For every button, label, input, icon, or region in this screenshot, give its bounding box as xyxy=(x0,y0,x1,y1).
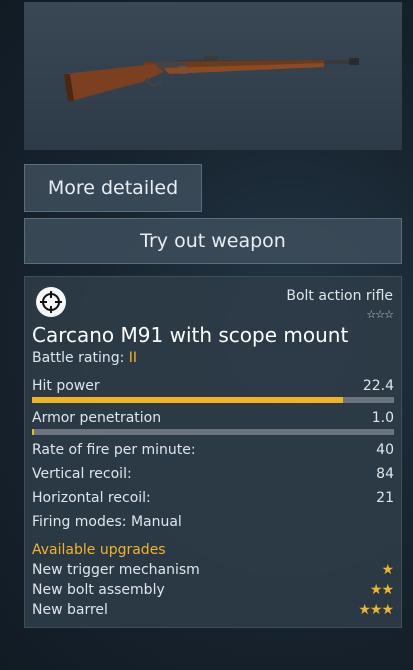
upgrade-stars: ★★ xyxy=(369,582,394,598)
battle-rating-value: II xyxy=(128,350,138,366)
upgrade-item[interactable]: New barrel ★★★ xyxy=(32,602,394,618)
battle-rating: Battle rating: II xyxy=(32,350,137,366)
weapon-info-card: Bolt action rifle ☆☆☆ Carcano M91 with s… xyxy=(24,276,402,628)
rank-stars: ☆☆☆ xyxy=(366,308,394,321)
rate-of-fire-value: 40 xyxy=(376,442,394,458)
upgrade-label: New barrel xyxy=(32,602,108,618)
firing-modes-text: Firing modes: Manual xyxy=(32,514,182,530)
vertical-recoil-label: Vertical recoil: xyxy=(32,466,132,482)
rate-of-fire-label: Rate of fire per minute: xyxy=(32,442,196,458)
firing-modes-row: Firing modes: Manual xyxy=(32,514,394,530)
horizontal-recoil-label: Horizontal recoil: xyxy=(32,490,151,506)
upgrade-item[interactable]: New bolt assembly ★★ xyxy=(32,582,394,598)
armor-penetration-row: Armor penetration 1.0 xyxy=(32,410,394,426)
upgrade-item[interactable]: New trigger mechanism ★ xyxy=(32,562,394,578)
horizontal-recoil-row: Horizontal recoil: 21 xyxy=(32,490,394,506)
armor-penetration-bar xyxy=(32,429,394,435)
vertical-recoil-row: Vertical recoil: 84 xyxy=(32,466,394,482)
armor-penetration-label: Armor penetration xyxy=(32,410,162,426)
horizontal-recoil-value: 21 xyxy=(376,490,394,506)
upgrade-label: New trigger mechanism xyxy=(32,562,200,578)
weapon-preview xyxy=(24,2,402,150)
rifle-icon xyxy=(64,56,359,102)
hit-power-bar-fill xyxy=(32,397,344,403)
weapon-type: Bolt action rifle xyxy=(286,288,393,304)
rate-of-fire-row: Rate of fire per minute: 40 xyxy=(32,442,394,458)
hit-power-label: Hit power xyxy=(32,378,100,394)
weapon-name: Carcano M91 with scope mount xyxy=(32,323,349,347)
crosshair-icon xyxy=(36,287,66,317)
hit-power-bar xyxy=(32,397,394,403)
upgrades-heading: Available upgrades xyxy=(32,542,166,558)
hit-power-value: 22.4 xyxy=(362,378,394,394)
armor-penetration-value: 1.0 xyxy=(371,410,394,426)
upgrade-label: New bolt assembly xyxy=(32,582,165,598)
armor-penetration-bar-fill xyxy=(32,429,34,435)
upgrade-stars: ★★★ xyxy=(358,602,394,618)
try-out-weapon-button[interactable]: Try out weapon xyxy=(24,218,402,264)
more-detailed-button[interactable]: More detailed xyxy=(24,164,202,212)
vertical-recoil-value: 84 xyxy=(376,466,394,482)
hit-power-row: Hit power 22.4 xyxy=(32,378,394,394)
battle-rating-label: Battle rating: xyxy=(32,350,125,366)
upgrade-stars: ★ xyxy=(381,562,394,578)
